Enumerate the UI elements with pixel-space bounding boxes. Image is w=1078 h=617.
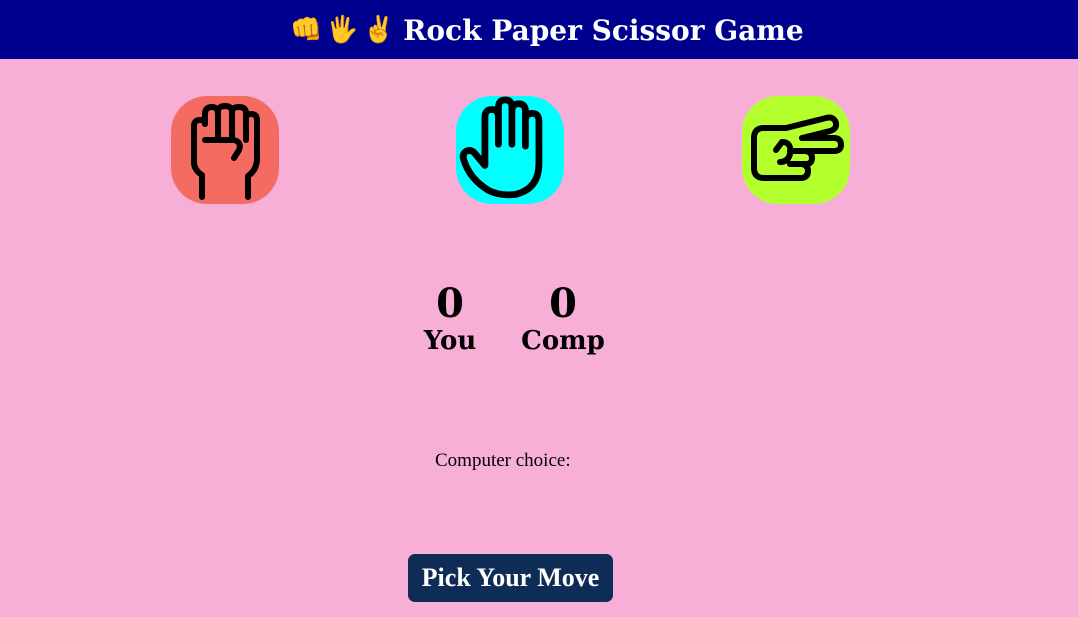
app-header: 👊 🖐 ✌ Rock Paper Scissor Game (0, 0, 1078, 59)
paper-choice-button[interactable] (456, 96, 564, 204)
pick-your-move-button[interactable]: Pick Your Move (408, 554, 613, 602)
fist-emoji-icon: 👊 (290, 15, 323, 45)
page-title: 👊 🖐 ✌ Rock Paper Scissor Game (290, 10, 804, 50)
scissors-hand-icon (751, 114, 844, 181)
computer-score: 0 Comp (518, 280, 608, 357)
scissor-choice-button[interactable] (742, 96, 850, 204)
victory-emoji-icon: ✌ (362, 15, 396, 45)
computer-score-value: 0 (549, 280, 577, 327)
fist-icon (191, 103, 260, 200)
computer-score-label: Comp (521, 326, 605, 356)
rock-choice-button[interactable] (171, 96, 279, 204)
user-score: 0 You (420, 280, 480, 357)
user-score-label: You (423, 326, 477, 356)
hand-emoji-icon: 🖐 (326, 15, 359, 45)
open-hand-icon (459, 96, 543, 199)
computer-choice-text: Computer choice: (435, 450, 571, 471)
user-score-value: 0 (436, 280, 464, 327)
title-text: Rock Paper Scissor Game (403, 13, 804, 47)
